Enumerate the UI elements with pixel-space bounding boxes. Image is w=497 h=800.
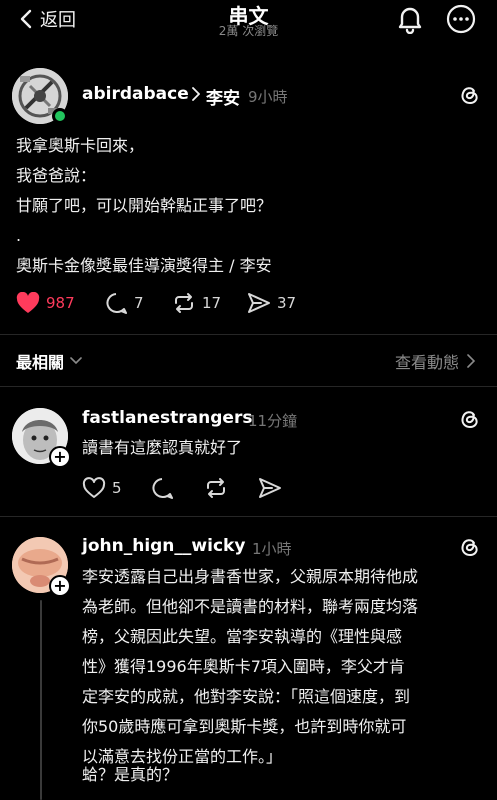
heart-icon xyxy=(82,477,106,499)
chevron-right-icon xyxy=(192,87,200,101)
reply-time: 1小時 xyxy=(252,540,292,558)
share-button[interactable] xyxy=(258,477,282,499)
plus-icon: + xyxy=(53,576,67,595)
reply-time: 11分鐘 xyxy=(248,412,298,430)
like-button[interactable]: 987 xyxy=(16,292,75,314)
divider xyxy=(0,516,497,517)
view-activity-link[interactable]: 查看動態 xyxy=(395,349,475,373)
post-line: . xyxy=(16,226,22,245)
bell-icon xyxy=(396,4,424,34)
share-button[interactable]: 37 xyxy=(247,292,296,314)
heart-filled-icon xyxy=(16,292,40,314)
post-line: 我爸爸說： xyxy=(16,166,97,185)
reply-line: 榜，父親因此失望。當李安執導的《理性與感 xyxy=(82,627,403,646)
post-line: 甘願了吧，可以開始幹點正事了吧？ xyxy=(16,196,273,215)
repost-icon xyxy=(172,292,196,314)
online-status-dot xyxy=(52,108,68,124)
reply-body: 李安透露自己出身書香世家，父親原本期待他成 為老師。但他卻不是讀書的材料，聯考兩… xyxy=(82,562,488,772)
reply-text: 讀書有這麼認真就好了 xyxy=(82,438,243,457)
send-icon xyxy=(258,477,282,499)
divider xyxy=(0,386,497,387)
post-line: 奧斯卡金像獎最佳導演獎得主 / 李安 xyxy=(16,256,272,275)
comment-count: 7 xyxy=(134,294,144,312)
post-time: 9小時 xyxy=(248,88,288,106)
chevron-down-icon xyxy=(70,357,82,365)
thread-line xyxy=(40,600,42,800)
view-activity-label: 查看動態 xyxy=(394,353,459,372)
comment-button[interactable] xyxy=(150,477,174,499)
reply-line: 定李安的成就，他對李安說：「照這個速度，到 xyxy=(82,687,411,706)
follow-plus-button[interactable]: + xyxy=(49,446,71,468)
reply-to-user[interactable]: 李安 xyxy=(206,84,240,109)
repost-button[interactable]: 17 xyxy=(172,292,221,314)
notification-bell-button[interactable] xyxy=(396,4,424,34)
comment-icon xyxy=(104,292,128,314)
repost-button[interactable] xyxy=(204,477,228,499)
reply-line: 性》獲得1996年奧斯卡7項入圍時，李父才肯 xyxy=(82,657,405,676)
plus-icon: + xyxy=(53,447,67,466)
like-button[interactable]: 5 xyxy=(82,477,122,499)
comment-button[interactable]: 7 xyxy=(104,292,144,314)
divider xyxy=(0,334,497,335)
repost-icon xyxy=(204,477,228,499)
reply-line: 為老師。但他卻不是讀書的材料，聯考兩度均落 xyxy=(82,597,419,616)
post-line: 我拿奧斯卡回來， xyxy=(16,136,145,155)
repost-count: 17 xyxy=(202,294,222,312)
threads-logo-icon[interactable] xyxy=(459,84,481,106)
like-count: 987 xyxy=(46,294,75,312)
reply-followup: 蛤？是真的？ xyxy=(82,765,179,784)
sort-dropdown[interactable]: 最相關 xyxy=(16,349,82,373)
reply-author[interactable]: john_hign__wicky xyxy=(82,536,245,556)
threads-logo-icon[interactable] xyxy=(459,408,481,430)
more-options-button[interactable] xyxy=(446,4,476,34)
share-count: 37 xyxy=(277,294,297,312)
reply-line: 李安透露自己出身書香世家，父親原本期待他成 xyxy=(82,567,419,586)
sort-label: 最相關 xyxy=(16,353,65,372)
threads-logo-icon[interactable] xyxy=(459,536,481,558)
comment-icon xyxy=(150,477,174,499)
more-horizontal-icon xyxy=(446,4,476,34)
post-body: 我拿奧斯卡回來， 我爸爸說： 甘願了吧，可以開始幹點正事了吧？ . 奧斯卡金像獎… xyxy=(16,131,486,281)
chevron-right-icon xyxy=(467,354,475,368)
send-icon xyxy=(247,292,271,314)
reply-line: 你50歲時應可拿到奧斯卡獎，也許到時你就可 xyxy=(82,717,407,736)
follow-plus-button[interactable]: + xyxy=(49,575,71,597)
like-count: 5 xyxy=(112,479,122,497)
post-author[interactable]: abirdabace xyxy=(82,84,189,104)
reply-author[interactable]: fastlanestrangers xyxy=(82,408,252,428)
